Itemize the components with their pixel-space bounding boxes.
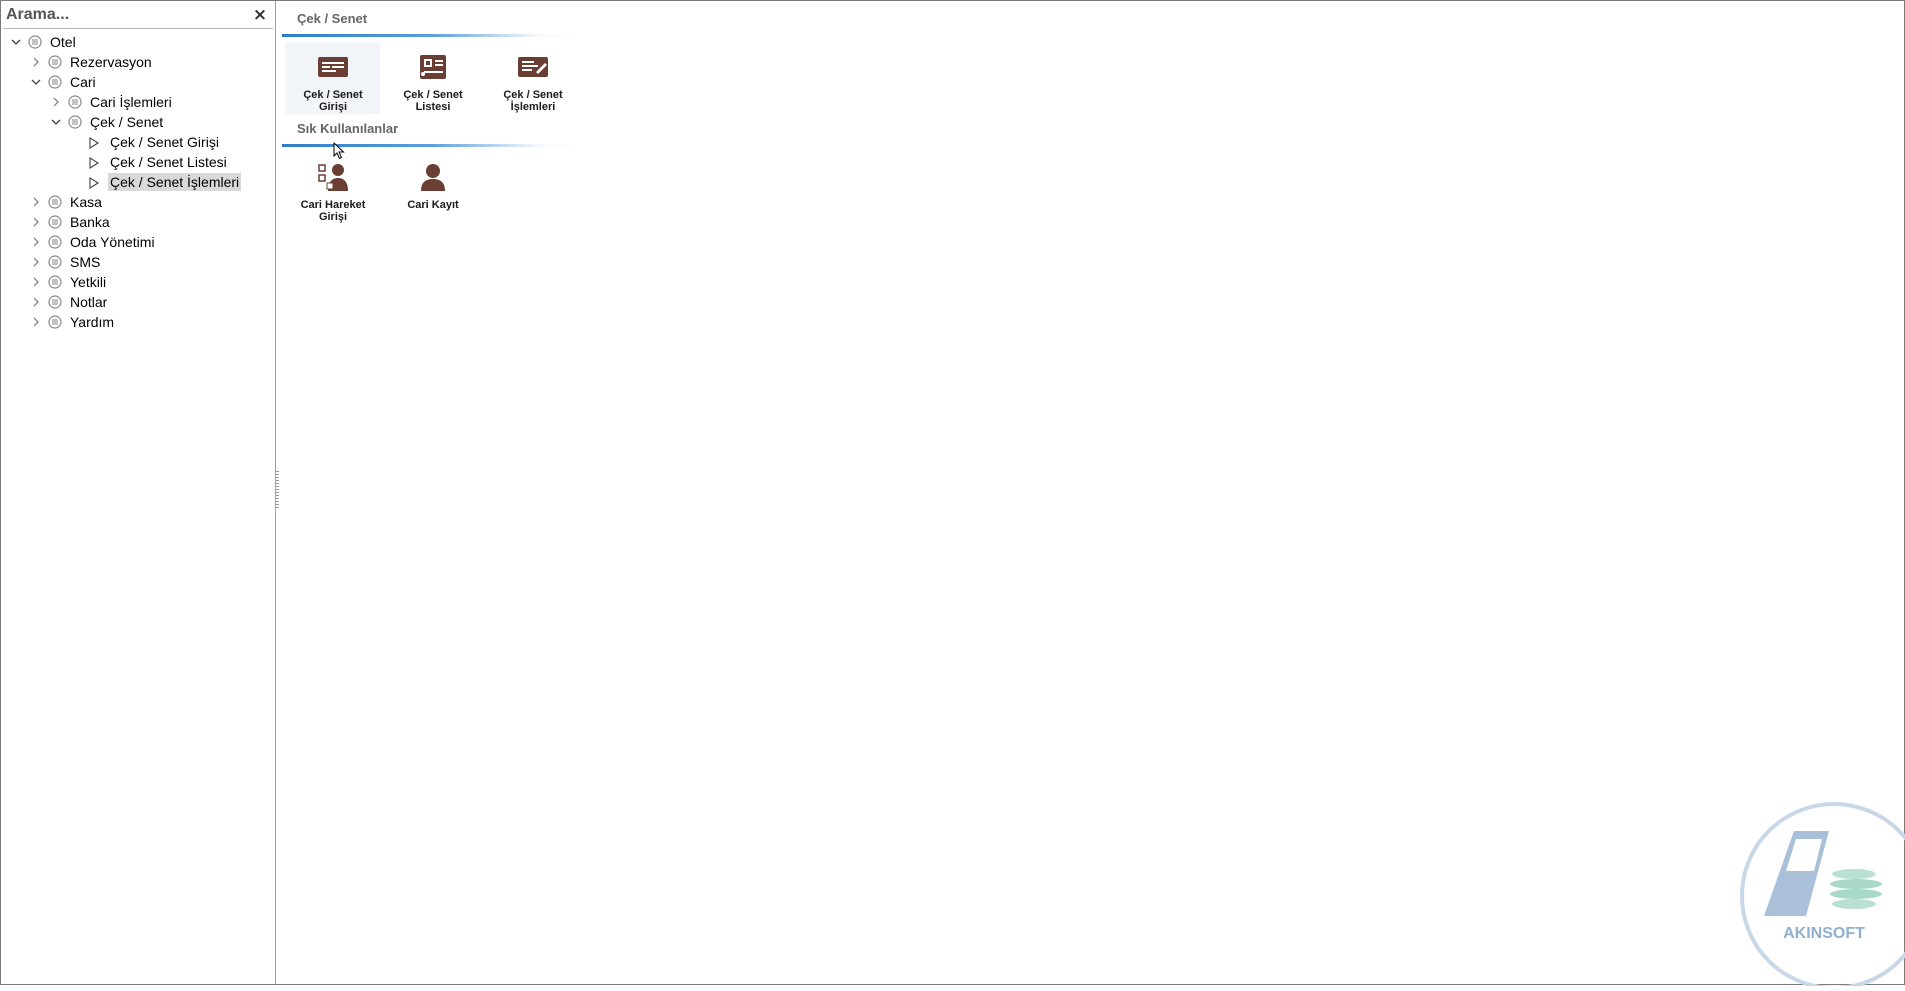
list-circle-icon	[28, 35, 42, 49]
search-bar: ×	[3, 3, 273, 29]
cheque-list-icon	[416, 52, 450, 82]
navigation-panel: × Otel Rezervasyon Cari Cari İşlemleri	[1, 1, 276, 984]
tree-item-label: Banka	[70, 214, 110, 230]
tile-label: Cari Kayıt	[407, 199, 459, 211]
triangle-outline-icon	[88, 136, 100, 149]
akinsoft-logo: AKINSOFT	[1734, 801, 1905, 990]
chevron-right-icon[interactable]	[31, 277, 41, 287]
group-divider	[282, 144, 582, 147]
tree-item-label: Çek / Senet	[90, 114, 164, 130]
list-circle-icon	[48, 255, 62, 269]
tree-item-label: Çek / Senet İşlemleri	[108, 173, 242, 191]
chevron-down-icon[interactable]	[51, 117, 61, 127]
chevron-down-icon[interactable]	[31, 77, 41, 87]
tree-item-label: Rezervasyon	[70, 54, 152, 70]
tree-item-label: Çek / Senet Listesi	[110, 154, 227, 170]
triangle-outline-icon	[88, 176, 100, 189]
chevron-right-icon[interactable]	[31, 197, 41, 207]
account-movement-icon	[316, 162, 350, 192]
splitter-handle[interactable]	[276, 471, 279, 511]
tree-item-label: Oda Yönetimi	[70, 234, 155, 250]
chevron-right-icon[interactable]	[31, 317, 41, 327]
list-circle-icon	[48, 295, 62, 309]
list-circle-icon	[48, 275, 62, 289]
list-circle-icon	[68, 95, 82, 109]
cheque-entry-icon	[316, 52, 350, 82]
mouse-cursor-icon	[333, 141, 345, 160]
list-circle-icon	[48, 75, 62, 89]
tree-item-label: Yetkili	[70, 274, 107, 290]
tile-cek-senet-islemleri[interactable]: Çek / Senet İşlemleri	[486, 42, 580, 114]
chevron-right-icon[interactable]	[31, 297, 41, 307]
tree-item-label: Çek / Senet Girişi	[110, 134, 219, 150]
chevron-right-icon[interactable]	[31, 57, 41, 67]
tile-label: Çek / Senet Listesi	[403, 89, 463, 113]
list-circle-icon	[48, 195, 62, 209]
tree-item-label: Cari	[70, 74, 96, 90]
list-circle-icon	[48, 55, 62, 69]
tree-item-label: Yardım	[70, 314, 115, 330]
chevron-right-icon[interactable]	[51, 97, 61, 107]
tile-cari-hareket-girisi[interactable]: Cari Hareket Girişi	[286, 152, 380, 224]
tile-label: Cari Hareket Girişi	[300, 199, 366, 223]
list-circle-icon	[48, 215, 62, 229]
tile-cek-senet-listesi[interactable]: Çek / Senet Listesi	[386, 42, 480, 114]
list-circle-icon	[68, 115, 82, 129]
tile-label: Çek / Senet İşlemleri	[503, 89, 563, 113]
chevron-right-icon[interactable]	[31, 237, 41, 247]
list-circle-icon	[48, 315, 62, 329]
main-content: Çek / Senet Çek / Senet Girişi Çek / Sen…	[280, 1, 1904, 984]
chevron-down-icon[interactable]	[11, 37, 21, 47]
group-title: Çek / Senet	[297, 11, 368, 26]
tree-item-label: Notlar	[70, 294, 108, 310]
search-input[interactable]	[6, 5, 246, 25]
account-record-icon	[416, 162, 450, 192]
svg-text:AKINSOFT: AKINSOFT	[1783, 925, 1865, 942]
tree-item-label: Otel	[50, 34, 76, 50]
group-divider	[282, 34, 582, 37]
cheque-operations-icon	[516, 52, 550, 82]
tile-cek-senet-girisi[interactable]: Çek / Senet Girişi	[286, 42, 380, 114]
tree-item-label: Kasa	[70, 194, 102, 210]
group-title: Sık Kullanılanlar	[297, 121, 399, 136]
triangle-outline-icon	[88, 156, 100, 169]
tile-cari-kayit[interactable]: Cari Kayıt	[386, 152, 480, 224]
chevron-right-icon[interactable]	[31, 217, 41, 227]
close-icon[interactable]: ×	[251, 6, 269, 24]
tree-item-label: SMS	[70, 254, 101, 270]
list-circle-icon	[48, 235, 62, 249]
chevron-right-icon[interactable]	[31, 257, 41, 267]
tile-label: Çek / Senet Girişi	[303, 89, 363, 113]
tree-item-label: Cari İşlemleri	[90, 94, 172, 110]
